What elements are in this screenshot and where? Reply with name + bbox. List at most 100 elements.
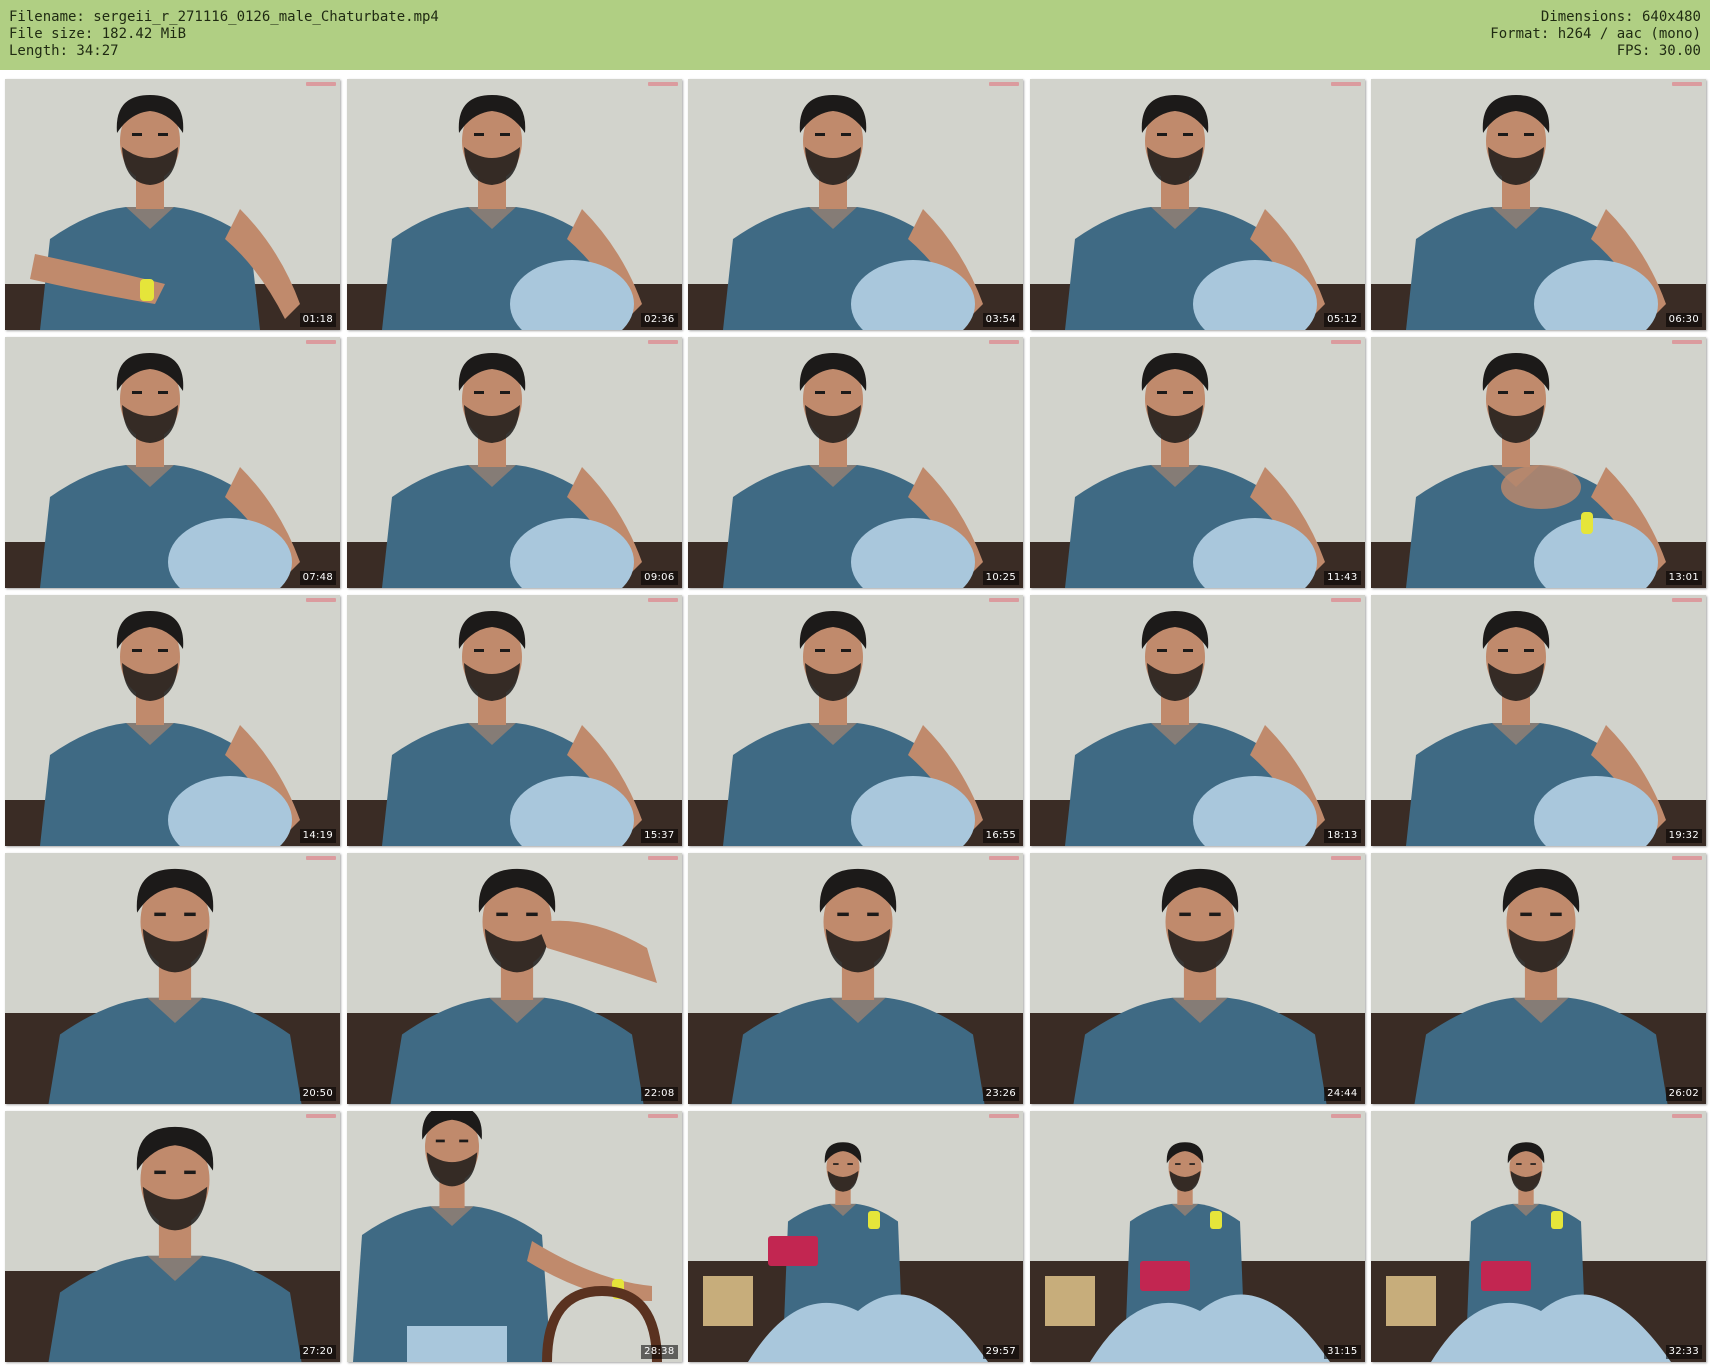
frame-image (1029, 853, 1365, 1104)
timestamp-label: 09:06 (641, 571, 678, 585)
watermark (306, 598, 336, 602)
timestamp-label: 02:36 (641, 313, 678, 327)
watermark (989, 340, 1019, 344)
frame-image (346, 853, 682, 1104)
frame-image (1371, 337, 1706, 588)
timestamp-label: 22:08 (641, 1087, 678, 1101)
watermark (989, 598, 1019, 602)
frame-image (346, 337, 682, 588)
dimensions-label: Dimensions: 640x480 (1540, 9, 1701, 25)
info-header: Filename: sergeii_r_271116_0126_male_Cha… (0, 0, 1710, 70)
thumbnail-frame: 13:01 (1371, 337, 1706, 588)
thumbnail-frame: 27:20 (5, 1111, 340, 1362)
frame-image (346, 1111, 682, 1362)
watermark (306, 856, 336, 860)
watermark (1330, 1114, 1361, 1118)
watermark (306, 82, 336, 86)
format-label: Format: h264 / aac (mono) (1490, 26, 1701, 42)
timestamp-label: 31:15 (1324, 1345, 1361, 1359)
watermark (306, 1114, 336, 1118)
timestamp-label: 24:44 (1324, 1087, 1361, 1101)
watermark (1672, 1114, 1702, 1118)
filename-label: Filename: sergeii_r_271116_0126_male_Cha… (9, 9, 439, 25)
frame-image (688, 1111, 1023, 1362)
frame-image (1371, 595, 1706, 846)
thumbnail-frame: 07:48 (5, 337, 340, 588)
frame-image (5, 337, 340, 588)
thumbnail-frame: 02:36 (346, 79, 682, 330)
thumbnail-grid: 01:18 02:36 03:54 05:12 06:30 07:48 09:06 10:25… (5, 79, 1706, 1365)
watermark (1672, 340, 1702, 344)
timestamp-label: 19:32 (1665, 829, 1702, 843)
thumbnail-frame: 23:26 (688, 853, 1023, 1104)
watermark (1330, 82, 1361, 86)
filesize-label: File size: 182.42 MiB (9, 26, 187, 42)
frame-image (688, 79, 1023, 330)
thumbnail-frame: 26:02 (1371, 853, 1706, 1104)
thumbnail-frame: 15:37 (346, 595, 682, 846)
timestamp-label: 05:12 (1324, 313, 1361, 327)
thumbnail-frame: 22:08 (346, 853, 682, 1104)
watermark (1330, 598, 1361, 602)
frame-image (1371, 79, 1706, 330)
file-info-right: Dimensions: 640x480 Format: h264 / aac (… (1490, 9, 1701, 60)
frame-image (5, 595, 340, 846)
frame-image (1371, 853, 1706, 1104)
thumbnail-frame: 09:06 (346, 337, 682, 588)
frame-image (1029, 1111, 1365, 1362)
thumbnail-frame: 14:19 (5, 595, 340, 846)
watermark (647, 856, 678, 860)
frame-image (1029, 79, 1365, 330)
watermark (989, 82, 1019, 86)
frame-image (1371, 1111, 1706, 1362)
frame-image (1029, 595, 1365, 846)
thumbnail-frame: 01:18 (5, 79, 340, 330)
timestamp-label: 28:38 (641, 1345, 678, 1359)
frame-image (688, 337, 1023, 588)
thumbnail-frame: 10:25 (688, 337, 1023, 588)
fps-label: FPS: 30.00 (1616, 43, 1701, 59)
timestamp-label: 14:19 (299, 829, 336, 843)
frame-image (1029, 337, 1365, 588)
timestamp-label: 23:26 (982, 1087, 1019, 1101)
watermark (1330, 340, 1361, 344)
watermark (647, 340, 678, 344)
frame-image (5, 79, 340, 330)
frame-image (346, 79, 682, 330)
watermark (1672, 82, 1702, 86)
watermark (989, 856, 1019, 860)
timestamp-label: 16:55 (982, 829, 1019, 843)
thumbnail-frame: 20:50 (5, 853, 340, 1104)
timestamp-label: 27:20 (299, 1345, 336, 1359)
frame-image (346, 595, 682, 846)
timestamp-label: 13:01 (1665, 571, 1702, 585)
frame-image (688, 853, 1023, 1104)
timestamp-label: 06:30 (1665, 313, 1702, 327)
thumbnail-frame: 05:12 (1029, 79, 1365, 330)
timestamp-label: 20:50 (299, 1087, 336, 1101)
thumbnail-frame: 31:15 (1029, 1111, 1365, 1362)
watermark (1330, 856, 1361, 860)
thumbnail-frame: 11:43 (1029, 337, 1365, 588)
length-label: Length: 34:27 (9, 43, 119, 59)
thumbnail-frame: 03:54 (688, 79, 1023, 330)
thumbnail-frame: 06:30 (1371, 79, 1706, 330)
watermark (989, 1114, 1019, 1118)
thumbnail-frame: 24:44 (1029, 853, 1365, 1104)
timestamp-label: 03:54 (982, 313, 1019, 327)
timestamp-label: 26:02 (1665, 1087, 1702, 1101)
watermark (647, 1114, 678, 1118)
watermark (647, 82, 678, 86)
watermark (647, 598, 678, 602)
timestamp-label: 10:25 (982, 571, 1019, 585)
thumbnail-frame: 18:13 (1029, 595, 1365, 846)
timestamp-label: 32:33 (1665, 1345, 1702, 1359)
timestamp-label: 01:18 (299, 313, 336, 327)
thumbnail-frame: 28:38 (346, 1111, 682, 1362)
timestamp-label: 18:13 (1324, 829, 1361, 843)
thumbnail-frame: 32:33 (1371, 1111, 1706, 1362)
timestamp-label: 11:43 (1324, 571, 1361, 585)
file-info-left: Filename: sergeii_r_271116_0126_male_Cha… (9, 9, 439, 60)
frame-image (5, 853, 340, 1104)
frame-image (5, 1111, 340, 1362)
